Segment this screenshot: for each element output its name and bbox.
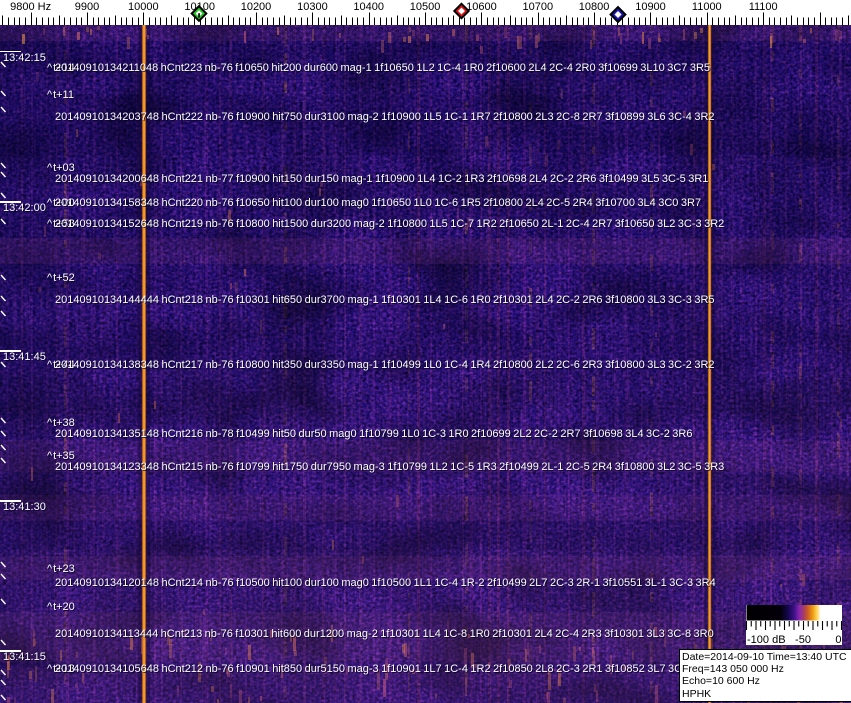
svg-text:-100 dB: -100 dB xyxy=(747,634,786,646)
svg-text:0: 0 xyxy=(835,634,841,646)
svg-text:-50: -50 xyxy=(795,634,811,646)
